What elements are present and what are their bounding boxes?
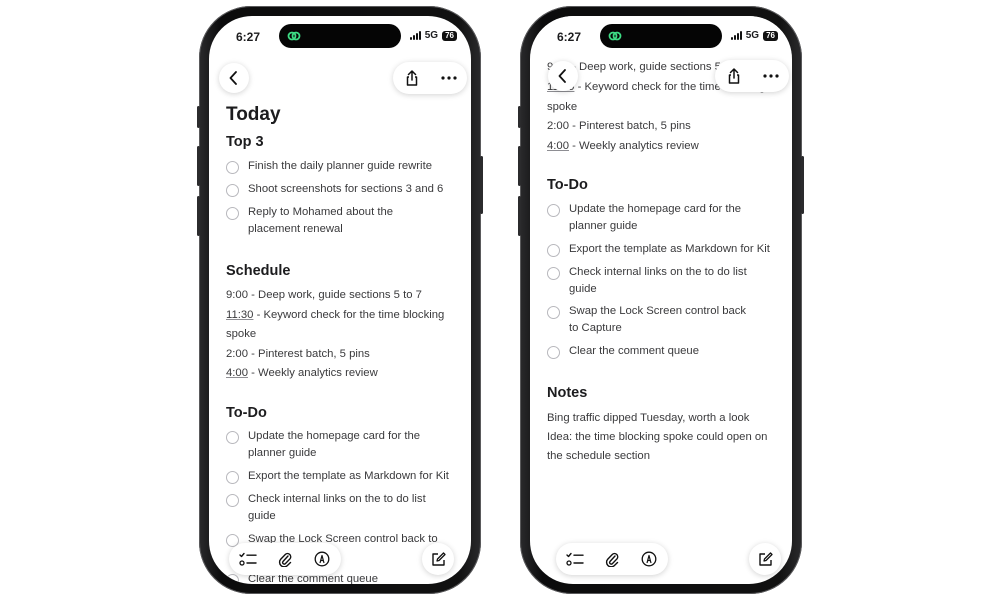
schedule-line: 4:00 - Weekly analytics review bbox=[547, 140, 699, 152]
signal-icon bbox=[409, 31, 421, 40]
status-bar: 6:27 5G 76 bbox=[209, 30, 471, 48]
checkbox[interactable] bbox=[547, 204, 560, 217]
top-actions bbox=[715, 60, 789, 92]
checkbox[interactable] bbox=[226, 494, 239, 507]
schedule-line: 2:00 - Pinterest batch, 5 pins bbox=[226, 348, 370, 360]
network-label: 5G bbox=[745, 30, 760, 41]
task-item[interactable]: Export the template as Markdown for Kit bbox=[226, 470, 466, 485]
more-icon bbox=[440, 76, 457, 80]
checklist-button[interactable] bbox=[233, 548, 263, 570]
more-button[interactable] bbox=[752, 74, 789, 78]
network-label: 5G bbox=[424, 30, 439, 41]
checkbox[interactable] bbox=[226, 207, 239, 220]
share-button[interactable] bbox=[393, 70, 430, 86]
markup-button[interactable] bbox=[634, 548, 664, 570]
checkbox[interactable] bbox=[226, 161, 239, 174]
volume-up-button bbox=[197, 146, 200, 186]
bottom-toolbar bbox=[556, 543, 668, 575]
paperclip-icon bbox=[278, 552, 292, 567]
back-button[interactable] bbox=[219, 63, 249, 93]
phone-right: 6:27 5G 76 9:00 - Deep work, guide sect bbox=[518, 6, 804, 594]
pen-icon bbox=[641, 551, 657, 567]
back-button[interactable] bbox=[548, 61, 578, 91]
checkbox[interactable] bbox=[547, 267, 560, 280]
compose-button[interactable] bbox=[749, 543, 781, 575]
task-item[interactable]: Swap the Lock Screen control back to Cap… bbox=[547, 305, 757, 337]
checkbox[interactable] bbox=[226, 431, 239, 444]
screen: 6:27 5G 76 Today Top 3 Finish the daily … bbox=[209, 16, 471, 584]
battery-icon: 76 bbox=[763, 30, 778, 41]
checkbox[interactable] bbox=[226, 574, 239, 584]
section-heading-todo: To-Do bbox=[226, 405, 267, 421]
checkbox[interactable] bbox=[226, 471, 239, 484]
checklist-icon bbox=[565, 552, 584, 566]
status-time: 6:27 bbox=[557, 30, 582, 44]
schedule-line: spoke bbox=[226, 328, 257, 340]
task-item[interactable]: Check internal links on the to do list g… bbox=[547, 266, 757, 298]
action-button bbox=[197, 106, 200, 128]
task-item[interactable]: Shoot screenshots for sections 3 and 6 bbox=[226, 183, 466, 198]
phone-left: 6:27 5G 76 Today Top 3 Finish the daily … bbox=[197, 6, 483, 594]
signal-icon bbox=[730, 31, 742, 40]
section-heading-todo: To-Do bbox=[547, 177, 588, 193]
compose-button[interactable] bbox=[422, 543, 454, 575]
checklist-button[interactable] bbox=[560, 548, 590, 570]
checkbox[interactable] bbox=[547, 244, 560, 257]
schedule-line: 4:00 - Weekly analytics review bbox=[226, 367, 378, 379]
task-item[interactable]: Check internal links on the to do list g… bbox=[226, 493, 436, 525]
volume-down-button bbox=[197, 196, 200, 236]
schedule-line: 2:00 - Pinterest batch, 5 pins bbox=[547, 120, 691, 132]
section-heading-top3: Top 3 bbox=[226, 134, 264, 150]
task-item[interactable]: Update the homepage card for the planner… bbox=[547, 203, 757, 235]
task-item[interactable]: Update the homepage card for the planner… bbox=[226, 430, 436, 462]
note-title: Today bbox=[226, 104, 281, 125]
action-button bbox=[518, 106, 521, 128]
screen: 6:27 5G 76 9:00 - Deep work, guide sect bbox=[530, 16, 792, 584]
note-line: Bing traffic dipped Tuesday, worth a loo… bbox=[547, 412, 750, 424]
compose-icon bbox=[431, 551, 446, 566]
checklist-icon bbox=[238, 552, 257, 566]
schedule-line: 11:30 - Keyword check for the time block… bbox=[226, 309, 445, 321]
note-line: Idea: the time blocking spoke could open… bbox=[547, 431, 768, 443]
volume-up-button bbox=[518, 146, 521, 186]
share-button[interactable] bbox=[715, 68, 752, 84]
section-heading-schedule: Schedule bbox=[226, 263, 291, 279]
attach-button[interactable] bbox=[270, 548, 300, 570]
schedule-line: spoke bbox=[547, 101, 578, 113]
checkbox[interactable] bbox=[226, 184, 239, 197]
section-heading-notes: Notes bbox=[547, 385, 588, 401]
task-item[interactable]: Finish the daily planner guide rewrite bbox=[226, 160, 466, 175]
attach-button[interactable] bbox=[597, 548, 627, 570]
task-item[interactable]: Reply to Mohamed about the placement ren… bbox=[226, 206, 436, 238]
status-bar: 6:27 5G 76 bbox=[530, 30, 792, 48]
chevron-left-icon bbox=[229, 71, 237, 85]
checkbox[interactable] bbox=[547, 346, 560, 359]
power-button bbox=[801, 156, 804, 214]
paperclip-icon bbox=[605, 552, 619, 567]
battery-icon: 76 bbox=[442, 30, 457, 41]
schedule-line: 9:00 - Deep work, guide sections 5 to 7 bbox=[226, 289, 422, 301]
note-line: the schedule section bbox=[547, 450, 650, 462]
pen-icon bbox=[314, 551, 330, 567]
share-icon bbox=[728, 68, 739, 84]
chevron-left-icon bbox=[558, 69, 566, 83]
task-item[interactable]: Export the template as Markdown for Kit bbox=[547, 243, 787, 258]
compose-icon bbox=[758, 551, 773, 566]
more-icon bbox=[762, 74, 779, 78]
share-icon bbox=[406, 70, 417, 86]
more-button[interactable] bbox=[430, 76, 467, 80]
status-time: 6:27 bbox=[236, 30, 261, 44]
checkbox[interactable] bbox=[547, 306, 560, 319]
top-actions bbox=[393, 62, 467, 94]
markup-button[interactable] bbox=[307, 548, 337, 570]
task-item[interactable]: Clear the comment queue bbox=[547, 345, 787, 360]
volume-down-button bbox=[518, 196, 521, 236]
bottom-toolbar bbox=[229, 543, 341, 575]
power-button bbox=[480, 156, 483, 214]
